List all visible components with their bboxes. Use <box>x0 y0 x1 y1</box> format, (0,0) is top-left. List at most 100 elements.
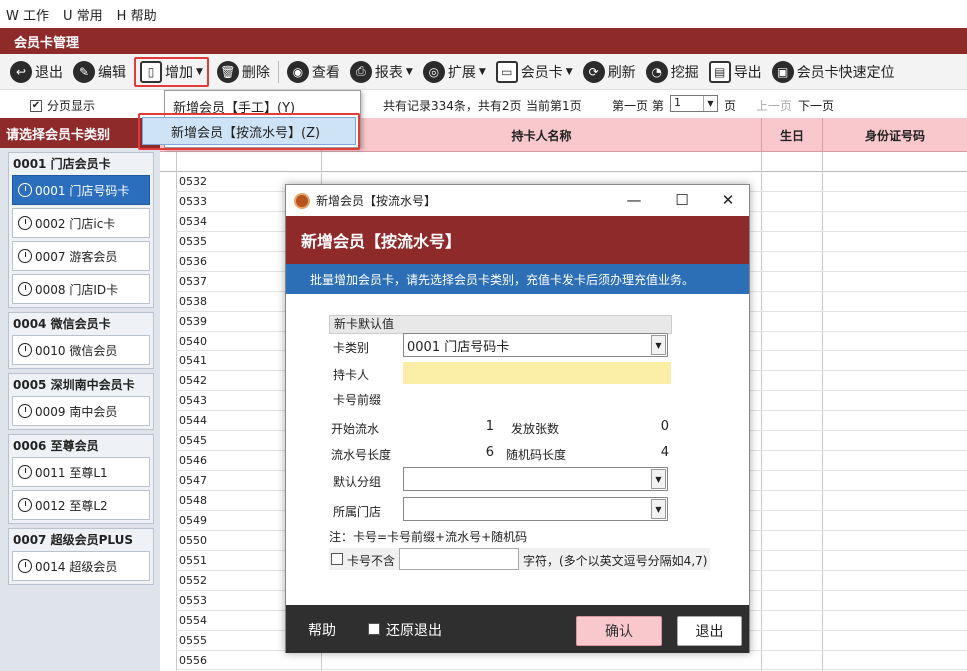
help-link[interactable]: 帮助 <box>308 620 336 640</box>
prev-page-link[interactable]: 上一页 <box>756 97 792 114</box>
clock-icon <box>18 559 32 573</box>
exit-dialog-button[interactable]: 退出 <box>677 616 742 646</box>
export-button[interactable]: ▤ 导出 <box>707 57 764 87</box>
group-title[interactable]: 0004 微信会员卡 <box>9 313 153 333</box>
menu-item-add-by-serial[interactable]: 新增会员【按流水号】(Z) <box>142 117 356 145</box>
sidebar-item[interactable]: 0014 超级会员 <box>12 551 150 581</box>
sidebar-item[interactable]: 0012 至尊L2 <box>12 490 150 520</box>
card-type-label: 卡类别 <box>333 341 370 355</box>
printer-icon: ⎙ <box>349 60 372 83</box>
sidebar-title: 请选择会员卡类别 <box>0 118 160 148</box>
column-header-name[interactable]: 持卡人名称 <box>321 118 761 152</box>
add-label: 增加 <box>165 64 193 81</box>
sidebar-item[interactable]: 0011 至尊L1 <box>12 457 150 487</box>
page-select[interactable]: 1 ▼ <box>670 95 718 112</box>
refresh-button[interactable]: ⟳ 刷新 <box>581 57 638 87</box>
extend-button[interactable]: ◎ 扩展 ▼ <box>421 57 488 87</box>
quick-locate-label: 会员卡快速定位 <box>796 64 895 81</box>
confirm-button[interactable]: 确认 <box>576 616 662 646</box>
dialog-info: 批量增加会员卡，请先选择会员卡类别，充值卡发卡后须办理充值业务。 <box>286 264 749 294</box>
refresh-label: 刷新 <box>607 64 636 81</box>
store-select[interactable]: ▼ <box>403 497 668 521</box>
quick-locate-button[interactable]: ▣ 会员卡快速定位 <box>770 57 897 87</box>
paging-checkbox[interactable]: ✔ 分页显示 <box>30 97 95 114</box>
clock-icon <box>18 183 32 197</box>
sidebar-item-label: 0001 门店号码卡 <box>35 183 130 198</box>
random-len-input[interactable]: 4 <box>619 445 669 460</box>
issue-count-input[interactable]: 0 <box>619 419 669 434</box>
delete-button[interactable]: 🗑 删除 <box>215 57 272 87</box>
sidebar-item[interactable]: 0002 门店ic卡 <box>12 208 150 238</box>
chevron-down-icon[interactable]: ▼ <box>406 67 413 77</box>
view-button[interactable]: ◉ 查看 <box>285 57 342 87</box>
lifebuoy-icon: ◎ <box>422 60 445 83</box>
chat-icon: ▣ <box>771 60 794 83</box>
checkbox-checked-icon[interactable]: ✔ <box>30 99 42 112</box>
group-title[interactable]: 0005 深圳南中会员卡 <box>9 374 153 394</box>
export-icon: ▤ <box>708 60 731 83</box>
card-type-sidebar: 请选择会员卡类别 0001 门店会员卡 0001 门店号码卡 0002 门店ic… <box>0 118 160 671</box>
exclude-checkbox[interactable] <box>331 553 343 565</box>
table-row[interactable]: 0556 <box>176 651 967 671</box>
chevron-down-icon[interactable]: ▼ <box>566 67 573 77</box>
card-type-value: 0001 门店号码卡 <box>407 339 510 355</box>
card-number-note: 注：卡号=卡号前缀+流水号+随机码 <box>329 530 528 544</box>
holder-label: 持卡人 <box>333 368 370 382</box>
group-select[interactable]: ▼ <box>403 467 668 491</box>
sidebar-item[interactable]: 0007 游客会员 <box>12 241 150 271</box>
menu-bar: W 工作 U 常用 H 帮助 <box>0 0 967 28</box>
group-title[interactable]: 0001 门店会员卡 <box>9 153 153 173</box>
group-title[interactable]: 0006 至尊会员 <box>9 435 153 455</box>
serial-len-input[interactable]: 6 <box>449 445 494 460</box>
add-button[interactable]: ▯ 增加 ▼ <box>134 56 209 87</box>
start-serial-input[interactable]: 1 <box>449 419 494 434</box>
close-icon[interactable]: ✕ <box>718 191 738 209</box>
chevron-down-icon: ▼ <box>651 499 666 519</box>
current-page: 当前第1页 <box>526 99 582 113</box>
menu-help[interactable]: H 帮助 <box>117 5 157 24</box>
exit-label: 退出 <box>35 64 63 81</box>
maximize-icon[interactable]: ☐ <box>672 191 692 209</box>
filter-row[interactable] <box>160 152 967 172</box>
card-button[interactable]: ▭ 会员卡 ▼ <box>494 57 575 87</box>
menu-common[interactable]: U 常用 <box>63 5 103 24</box>
edit-button[interactable]: ✎ 编辑 <box>71 57 128 87</box>
sidebar-item[interactable]: 0010 微信会员 <box>12 335 150 365</box>
menu-work[interactable]: W 工作 <box>6 5 49 24</box>
report-button[interactable]: ⎙ 报表 ▼ <box>348 57 415 87</box>
random-len-label: 随机码长度 <box>506 448 567 462</box>
mine-label: 挖掘 <box>670 64 699 81</box>
extend-label: 扩展 <box>447 64 476 81</box>
first-page-link[interactable]: 第一页 第 <box>612 97 664 114</box>
chevron-down-icon[interactable]: ▼ <box>196 67 203 77</box>
sidebar-item-label: 0011 至尊L1 <box>35 465 108 480</box>
group-title[interactable]: 0007 超级会员PLUS <box>9 529 153 549</box>
group-label: 默认分组 <box>333 475 382 489</box>
card-icon: ▭ <box>495 60 518 83</box>
exclude-input[interactable] <box>399 548 519 570</box>
dialog-title: 新增会员【按流水号】 <box>316 194 437 208</box>
sidebar-item[interactable]: 0001 门店号码卡 <box>12 175 150 205</box>
column-header-idcard[interactable]: 身份证号码 <box>822 118 967 152</box>
window-title: 会员卡管理 <box>0 28 967 54</box>
dialog-banner: 新增会员【按流水号】 <box>286 216 749 264</box>
minimize-icon[interactable]: — <box>624 191 644 209</box>
serial-len-label: 流水号长度 <box>331 448 392 462</box>
sidebar-item-label: 0007 游客会员 <box>35 249 118 264</box>
card-type-select[interactable]: 0001 门店号码卡 ▼ <box>403 333 668 357</box>
column-header-birthday[interactable]: 生日 <box>761 118 822 152</box>
next-page-link[interactable]: 下一页 <box>798 97 834 114</box>
prefix-input[interactable] <box>403 387 671 409</box>
holder-input[interactable] <box>403 362 671 384</box>
sidebar-item[interactable]: 0008 门店ID卡 <box>12 274 150 304</box>
card-label: 会员卡 <box>520 64 563 81</box>
restore-exit-checkbox[interactable] <box>368 623 380 635</box>
mine-button[interactable]: ◔ 挖掘 <box>644 57 701 87</box>
exit-button[interactable]: ↩ 退出 <box>8 57 65 87</box>
export-label: 导出 <box>733 64 762 81</box>
sidebar-item-label: 0010 微信会员 <box>35 343 118 358</box>
chevron-down-icon[interactable]: ▼ <box>479 67 486 77</box>
sidebar-item-label: 0012 至尊L2 <box>35 498 108 513</box>
card-group: 0007 超级会员PLUS 0014 超级会员 <box>8 528 154 585</box>
sidebar-item[interactable]: 0009 南中会员 <box>12 396 150 426</box>
